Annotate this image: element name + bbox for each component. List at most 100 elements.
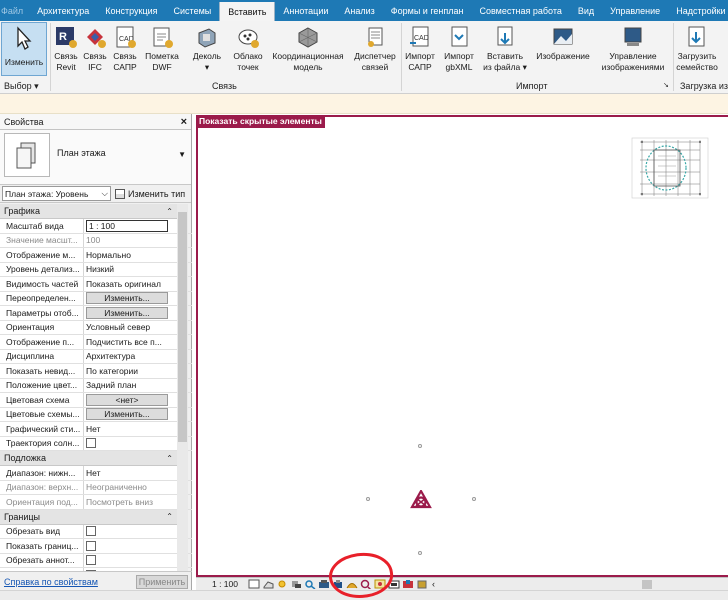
show-crop-region-icon[interactable] (318, 579, 330, 589)
property-value[interactable]: Изменить... (84, 306, 177, 320)
load-family-button[interactable]: Загрузить семейство (674, 24, 720, 73)
property-value[interactable]: Изменить... (84, 291, 177, 305)
property-edit-button[interactable]: Изменить... (86, 292, 168, 305)
dwf-markup-button[interactable]: Пометка DWF (143, 24, 181, 73)
property-checkbox[interactable] (86, 555, 96, 566)
point-cloud-button[interactable]: Облако точек (230, 24, 266, 73)
tab-addins[interactable]: Надстройки (668, 0, 728, 21)
link-cad-button[interactable]: CAD Связь САПР (110, 24, 140, 73)
property-value[interactable] (84, 539, 177, 553)
properties-group-header[interactable]: Графика ⌃ (0, 204, 177, 219)
apply-button[interactable]: Применить (136, 575, 188, 589)
tab-file[interactable]: Файл (0, 0, 29, 21)
properties-help-link[interactable]: Справка по свойствам (4, 577, 98, 587)
property-value[interactable] (84, 524, 177, 538)
property-value[interactable]: Низкий (84, 262, 177, 276)
sun-path-icon[interactable] (276, 579, 288, 589)
property-row: Переопределен... Изменить... (0, 291, 192, 306)
ifc-link-icon (82, 24, 108, 50)
property-row: Диапазон: нижн... Нет (0, 466, 192, 481)
property-value[interactable]: Нет (84, 466, 177, 480)
elevation-marker[interactable] (366, 497, 370, 501)
tab-systems[interactable]: Системы (166, 0, 220, 21)
instance-filter-select[interactable]: План этажа: Уровень ⌵ (2, 186, 111, 201)
close-icon[interactable]: × (181, 116, 187, 128)
chevron-left-icon[interactable]: ‹ (432, 579, 435, 589)
panel-import-label[interactable]: Импорт (516, 81, 547, 91)
type-name: План этажа (57, 148, 106, 158)
properties-group-header[interactable]: Границы ⌃ (0, 509, 177, 525)
manage-links-button[interactable]: Диспетчер связей (352, 24, 398, 73)
property-value[interactable]: <нет> (84, 393, 177, 407)
tab-insert[interactable]: Вставить (219, 2, 276, 21)
property-edit-button[interactable]: <нет> (86, 393, 168, 406)
property-value[interactable]: Задний план (84, 378, 177, 392)
group-name: Границы (4, 511, 40, 522)
property-row: Траектория солн... (0, 436, 192, 451)
tab-collaborate[interactable]: Совместная работа (472, 0, 570, 21)
elevation-marker[interactable] (472, 497, 476, 501)
panel-link-label[interactable]: Связь (212, 81, 237, 91)
property-value[interactable]: Архитектура (84, 349, 177, 363)
edit-type-button[interactable]: Изменить тип (115, 188, 185, 199)
coordination-model-button[interactable]: Координационная модель (266, 24, 350, 73)
property-value[interactable] (84, 553, 177, 567)
import-gbxml-button[interactable]: Импорт gbXML (440, 24, 478, 73)
panel-import-launcher-icon[interactable]: ↘ (663, 81, 669, 89)
link-ifc-button[interactable]: Связь IFC (82, 24, 108, 73)
tab-analyze[interactable]: Анализ (336, 0, 382, 21)
property-value[interactable]: 1 : 100 (84, 219, 177, 233)
chevron-up-icon[interactable]: ⌃ (166, 512, 173, 521)
view-scale[interactable]: 1 : 100 (196, 579, 246, 589)
property-name: Параметры отоб... (0, 306, 84, 320)
properties-scrollbar[interactable] (177, 204, 188, 571)
drawing-area[interactable]: Показать скрытые элементы (196, 115, 728, 577)
panel-select-label[interactable]: Выбор ▾ (4, 81, 39, 92)
tab-structure[interactable]: Конструкция (97, 0, 165, 21)
property-checkbox[interactable] (86, 526, 96, 537)
chevron-down-icon[interactable]: ▼ (178, 150, 186, 159)
reveal-constraints-icon[interactable] (416, 579, 428, 589)
highlight-displacement-icon[interactable] (402, 579, 414, 589)
property-checkbox[interactable] (86, 438, 96, 449)
visual-style-icon[interactable] (262, 579, 274, 589)
detail-level-icon[interactable] (248, 579, 260, 589)
elevation-marker[interactable] (418, 444, 422, 448)
property-value[interactable]: Изменить... (84, 407, 177, 421)
decal-button[interactable]: Деколь ▾ (188, 24, 226, 73)
import-cad-button[interactable]: CAD Импорт САПР (403, 24, 437, 73)
property-value[interactable] (84, 436, 177, 450)
properties-group-header[interactable]: Подложка ⌃ (0, 451, 177, 466)
manage-images-button[interactable]: Управление изображениями (596, 24, 670, 73)
tab-manage[interactable]: Управление (602, 0, 668, 21)
property-value[interactable]: По категории (84, 364, 177, 378)
link-revit-button[interactable]: R Связь Revit (52, 24, 80, 73)
property-value[interactable]: Условный север (84, 320, 177, 334)
project-base-point-icon[interactable] (410, 490, 432, 510)
chevron-up-icon[interactable]: ⌃ (166, 454, 173, 463)
image-button[interactable]: Изображение (532, 24, 594, 62)
horizontal-scroll-thumb[interactable] (642, 580, 652, 589)
panel-load-label[interactable]: Загрузка из (680, 81, 728, 91)
tab-annotate[interactable]: Аннотации (275, 0, 336, 21)
tab-architecture[interactable]: Архитектура (29, 0, 97, 21)
shadows-icon[interactable] (290, 579, 302, 589)
property-edit-button[interactable]: Изменить... (86, 306, 168, 319)
property-value[interactable]: Подчистить все п... (84, 335, 177, 349)
insert-from-file-button[interactable]: Вставить из файла ▾ (482, 24, 528, 73)
tab-massing-site[interactable]: Формы и генплан (383, 0, 472, 21)
floor-plan-geometry[interactable] (630, 136, 710, 200)
property-value[interactable]: Показать оригинал (84, 277, 177, 291)
property-value[interactable]: Нет (84, 422, 177, 436)
property-input[interactable]: 1 : 100 (86, 219, 168, 232)
property-checkbox[interactable] (86, 540, 96, 551)
property-edit-button[interactable]: Изменить... (86, 408, 168, 421)
chevron-up-icon[interactable]: ⌃ (166, 207, 173, 216)
type-selector[interactable]: План этажа ▼ (0, 130, 191, 185)
property-value[interactable]: Нормально (84, 248, 177, 262)
elevation-marker[interactable] (418, 551, 422, 555)
property-row: Масштаб вида 1 : 100 (0, 219, 192, 234)
crop-view-icon[interactable] (304, 579, 316, 589)
tab-view[interactable]: Вид (570, 0, 602, 21)
modify-button[interactable]: Изменить (1, 22, 47, 76)
